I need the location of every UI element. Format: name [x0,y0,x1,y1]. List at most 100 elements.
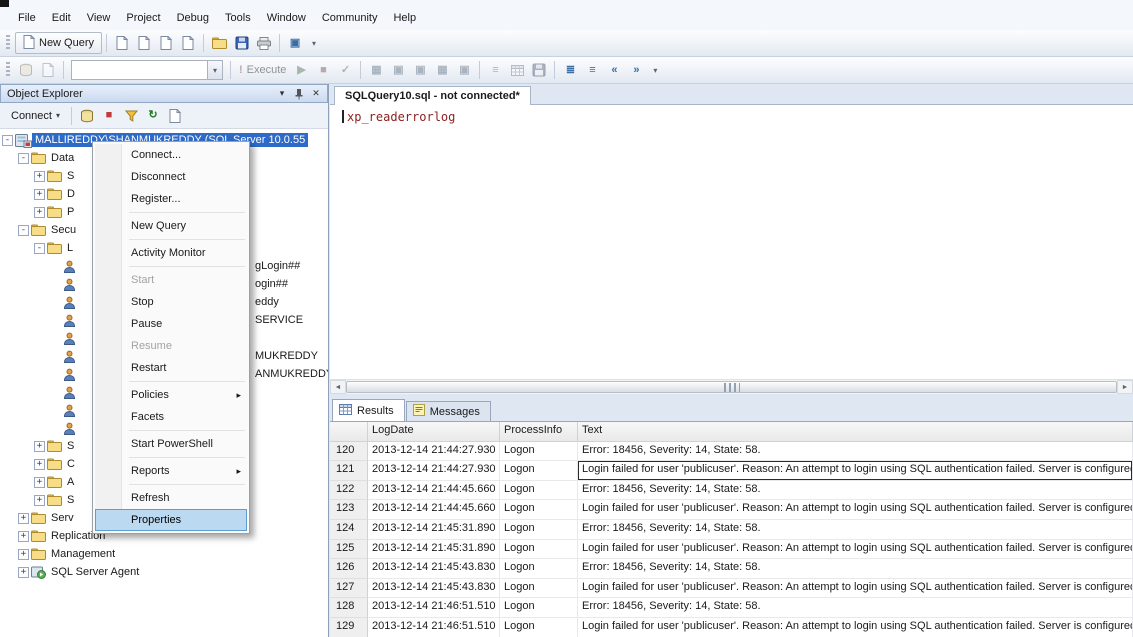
grid-row-number[interactable]: 124 [330,519,368,540]
tree-item-sql-server-agent[interactable]: + SQL Server Agent [0,563,328,581]
window-position-icon[interactable]: ▾ [274,87,290,101]
expand-toggle-icon[interactable]: + [18,548,29,560]
results-tab-results[interactable]: Results [332,399,405,421]
grid-cell-processinfo[interactable]: Logon [500,578,578,599]
grid-cell-processinfo[interactable]: Logon [500,598,578,618]
grid-row-number[interactable]: 122 [330,480,368,501]
grid-cell-processinfo[interactable]: Logon [500,500,578,520]
grid-row-number[interactable]: 123 [330,500,368,520]
grid-corner[interactable] [330,422,368,442]
scroll-right-icon[interactable]: ► [1117,380,1133,394]
grid-cell-text[interactable]: Login failed for user 'publicuser'. Reas… [578,500,1133,520]
grid-cell-logdate[interactable]: 2013-12-14 21:45:31.890 [368,539,500,560]
context-menu-item-policies[interactable]: Policies ▸ [95,384,247,406]
expand-toggle-icon[interactable]: + [18,512,29,524]
grid-column-header-text[interactable]: Text [578,422,1133,442]
open-file-icon[interactable] [208,32,231,54]
grid-cell-logdate[interactable]: 2013-12-14 21:44:27.930 [368,441,500,462]
grid-column-header-logdate[interactable]: LogDate [368,422,500,442]
toolbar-grip[interactable] [6,62,10,78]
grid-cell-text[interactable]: Login failed for user 'publicuser'. Reas… [578,461,1133,481]
expand-toggle-icon[interactable]: + [34,206,45,218]
tree-item-management[interactable]: + Management [0,545,328,563]
menu-file[interactable]: File [10,8,44,30]
grid-cell-processinfo[interactable]: Logon [500,539,578,560]
expand-toggle-icon[interactable]: + [34,188,45,200]
connect-button[interactable]: Connect ▾ [4,105,67,127]
menu-help[interactable]: Help [385,8,424,30]
menu-view[interactable]: View [79,8,119,30]
expand-toggle-icon[interactable]: + [34,458,45,470]
grid-cell-logdate[interactable]: 2013-12-14 21:45:43.830 [368,559,500,579]
results-tab-messages[interactable]: Messages [405,401,491,421]
grid-cell-processinfo[interactable]: Logon [500,519,578,540]
expand-toggle-icon[interactable]: + [34,170,45,182]
expand-toggle-icon[interactable]: + [18,530,29,542]
menu-community[interactable]: Community [314,8,386,30]
grid-cell-processinfo[interactable]: Logon [500,617,578,637]
grid-cell-logdate[interactable]: 2013-12-14 21:46:51.510 [368,617,500,637]
grid-row-number[interactable]: 126 [330,559,368,579]
grid-cell-processinfo[interactable]: Logon [500,441,578,462]
splitter-grip[interactable] [723,383,740,392]
menu-project[interactable]: Project [118,8,168,30]
disconnect-icon[interactable] [76,105,98,127]
grid-cell-logdate[interactable]: 2013-12-14 21:44:45.660 [368,480,500,501]
context-menu-item-register[interactable]: Register... [95,188,247,210]
horizontal-scrollbar[interactable]: ◄ ► [330,379,1133,394]
grid-row-number[interactable]: 125 [330,539,368,560]
expand-toggle-icon[interactable]: - [34,242,45,254]
grid-cell-processinfo[interactable]: Logon [500,461,578,481]
expand-toggle-icon[interactable]: + [34,476,45,488]
sql-editor[interactable]: xp_readerrorlog [330,105,1133,379]
grid-cell-logdate[interactable]: 2013-12-14 21:44:27.930 [368,461,500,481]
combo-dropdown-icon[interactable]: ▾ [207,61,222,79]
close-icon[interactable]: ✕ [308,87,324,101]
expand-toggle-icon[interactable]: - [18,152,29,164]
grid-cell-processinfo[interactable]: Logon [500,559,578,579]
expand-toggle-icon[interactable]: + [34,494,45,506]
grid-cell-text[interactable]: Login failed for user 'publicuser'. Reas… [578,539,1133,560]
context-menu-item-stop[interactable]: Stop [95,291,247,313]
context-menu-item-connect[interactable]: Connect... [95,144,247,166]
toolbar-overflow-icon[interactable]: ▾ [650,66,660,75]
grid-cell-logdate[interactable]: 2013-12-14 21:44:45.660 [368,500,500,520]
decrease-indent-icon[interactable]: « [603,59,625,81]
database-engine-query-icon[interactable] [111,32,133,54]
context-menu-item-restart[interactable]: Restart [95,357,247,379]
analysis-services-xmla-query-icon[interactable] [177,32,199,54]
grid-cell-text[interactable]: Login failed for user 'publicuser'. Reas… [578,617,1133,637]
analysis-services-dmx-query-icon[interactable] [155,32,177,54]
expand-toggle-icon[interactable]: + [18,566,29,578]
grid-cell-logdate[interactable]: 2013-12-14 21:45:43.830 [368,578,500,599]
menu-tools[interactable]: Tools [217,8,259,30]
grid-row-number[interactable]: 120 [330,441,368,462]
analysis-services-mdx-query-icon[interactable] [133,32,155,54]
comment-out-icon[interactable]: ≣ [559,59,581,81]
grid-cell-text[interactable]: Error: 18456, Severity: 14, State: 58. [578,598,1133,618]
pin-icon[interactable] [291,87,307,101]
context-menu-item-facets[interactable]: Facets [95,406,247,428]
grid-cell-text[interactable]: Login failed for user 'publicuser'. Reas… [578,578,1133,599]
context-menu-item-disconnect[interactable]: Disconnect [95,166,247,188]
filter-icon[interactable] [120,105,142,127]
grid-row-number[interactable]: 128 [330,598,368,618]
grid-cell-text[interactable]: Error: 18456, Severity: 14, State: 58. [578,519,1133,540]
scroll-left-icon[interactable]: ◄ [330,380,346,394]
new-query-button[interactable]: New Query [15,32,103,54]
expand-toggle-icon[interactable]: + [34,440,45,452]
toolbar-overflow-icon[interactable]: ▾ [309,39,319,48]
grid-row-number[interactable]: 121 [330,461,368,481]
refresh-icon[interactable]: ↻ [142,105,164,127]
menu-edit[interactable]: Edit [44,8,79,30]
menu-debug[interactable]: Debug [169,8,217,30]
tab-sqlquery10[interactable]: SQLQuery10.sql - not connected* [334,86,531,105]
grid-column-header-processinfo[interactable]: ProcessInfo [500,422,578,442]
context-menu-item-properties[interactable]: Properties [95,509,247,531]
stop-icon[interactable]: ■ [98,105,120,127]
expand-toggle-icon[interactable]: - [2,134,13,146]
grid-row-number[interactable]: 129 [330,617,368,637]
uncomment-icon[interactable]: ≡ [581,59,603,81]
context-menu-item-pause[interactable]: Pause [95,313,247,335]
grid-cell-processinfo[interactable]: Logon [500,480,578,501]
